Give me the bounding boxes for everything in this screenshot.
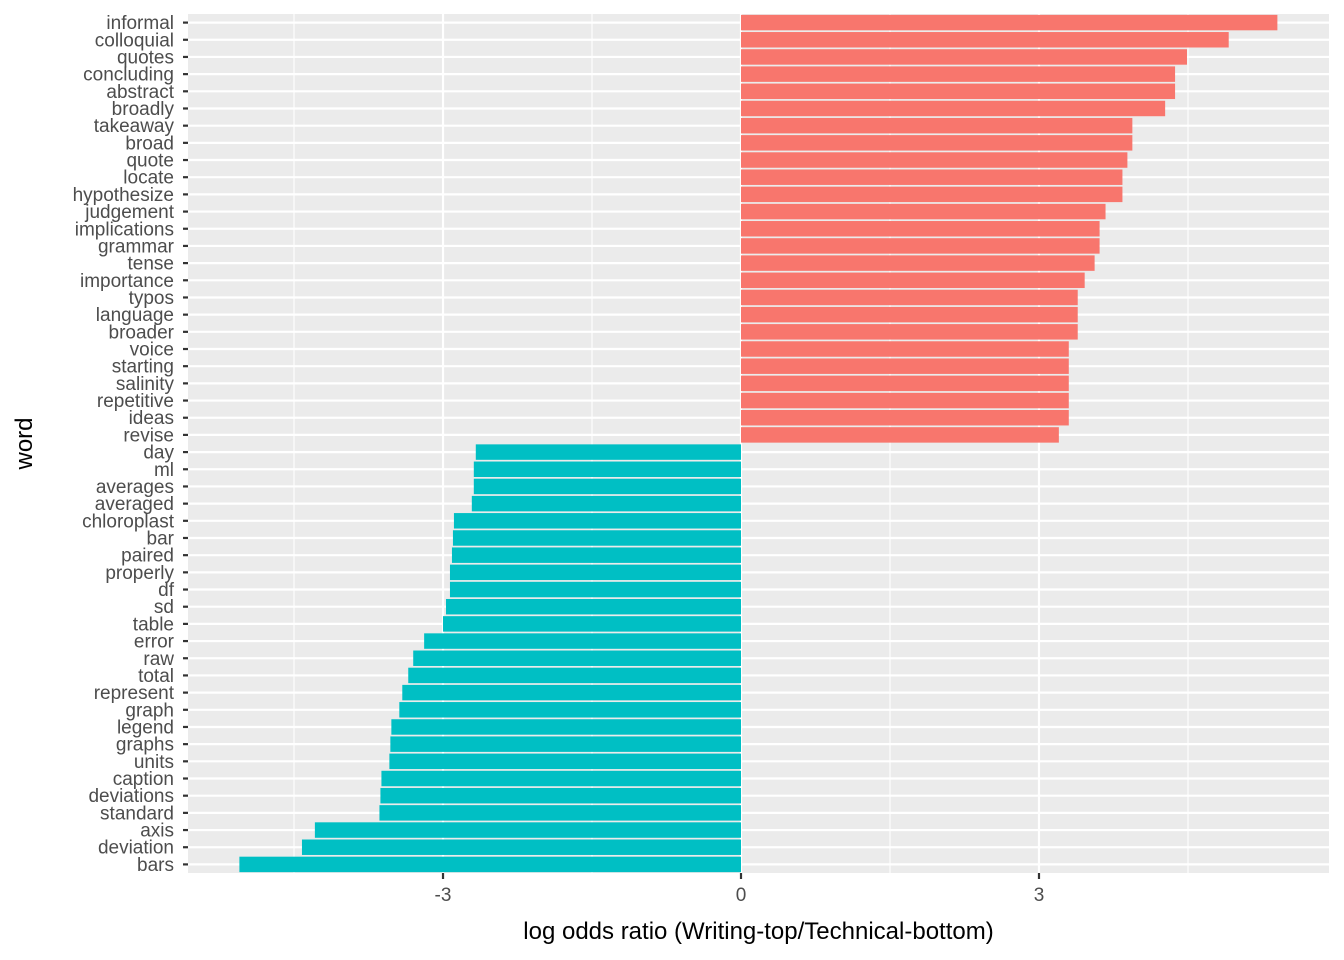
y-tick-label: bars xyxy=(137,855,174,876)
bar-deviation xyxy=(301,839,741,855)
bar-df xyxy=(449,581,741,598)
bar-paired xyxy=(451,547,741,563)
bar-informal xyxy=(741,14,1278,31)
bar-language xyxy=(741,306,1078,323)
bar-repetitive xyxy=(741,392,1069,409)
x-tick-label: 3 xyxy=(1034,885,1045,906)
bar-table xyxy=(443,616,741,632)
bar-broadly xyxy=(741,100,1166,117)
bar-deviations xyxy=(380,787,741,804)
bar-broad xyxy=(741,135,1133,151)
log-odds-bar-chart: informalcolloquialquotesconcludingabstra… xyxy=(11,13,1329,945)
bar-starting xyxy=(741,358,1069,374)
bar-axis xyxy=(314,822,741,838)
bar-caption xyxy=(381,770,741,787)
bar-sd xyxy=(445,598,741,615)
bar-grammar xyxy=(741,238,1100,254)
bar-quote xyxy=(741,152,1128,168)
bar-standard xyxy=(379,805,741,821)
bar-implications xyxy=(741,221,1100,237)
bar-represent xyxy=(402,684,741,701)
bar-hypothesize xyxy=(741,186,1123,203)
x-axis-title: log odds ratio (Writing-top/Technical-bo… xyxy=(523,918,993,945)
bar-abstract xyxy=(741,83,1176,100)
bar-bar xyxy=(452,530,741,546)
bar-bars xyxy=(239,856,742,873)
bar-properly xyxy=(449,564,741,581)
x-axis: -3 0 3 xyxy=(435,873,1045,906)
bar-legend xyxy=(391,719,741,735)
x-tick-label: 0 xyxy=(736,885,747,906)
bar-tense xyxy=(741,255,1095,271)
bar-day xyxy=(475,444,741,460)
bar-revise xyxy=(741,427,1059,443)
bar-ideas xyxy=(741,409,1069,426)
bar-concluding xyxy=(741,66,1176,82)
y-axis: informalcolloquialquotesconcludingabstra… xyxy=(73,13,188,876)
bar-takeaway xyxy=(741,117,1133,134)
bar-raw xyxy=(413,650,741,666)
bar-typos xyxy=(741,289,1078,306)
bar-total xyxy=(408,667,741,684)
bar-averages xyxy=(473,478,741,495)
bar-salinity xyxy=(741,375,1069,392)
bar-units xyxy=(389,753,741,770)
bar-voice xyxy=(741,341,1069,357)
bar-judgement xyxy=(741,203,1106,220)
y-axis-title: word xyxy=(11,417,38,470)
bar-graph xyxy=(399,702,741,718)
x-tick-label: -3 xyxy=(435,885,452,906)
bar-ml xyxy=(473,461,741,478)
bar-broader xyxy=(741,324,1078,340)
bar-importance xyxy=(741,272,1085,289)
bar-error xyxy=(424,633,741,649)
bar-chloroplast xyxy=(453,513,741,529)
bar-quotes xyxy=(741,49,1187,65)
bar-locate xyxy=(741,169,1123,185)
bar-colloquial xyxy=(741,32,1229,48)
bar-graphs xyxy=(390,736,741,752)
bar-averaged xyxy=(471,495,741,512)
